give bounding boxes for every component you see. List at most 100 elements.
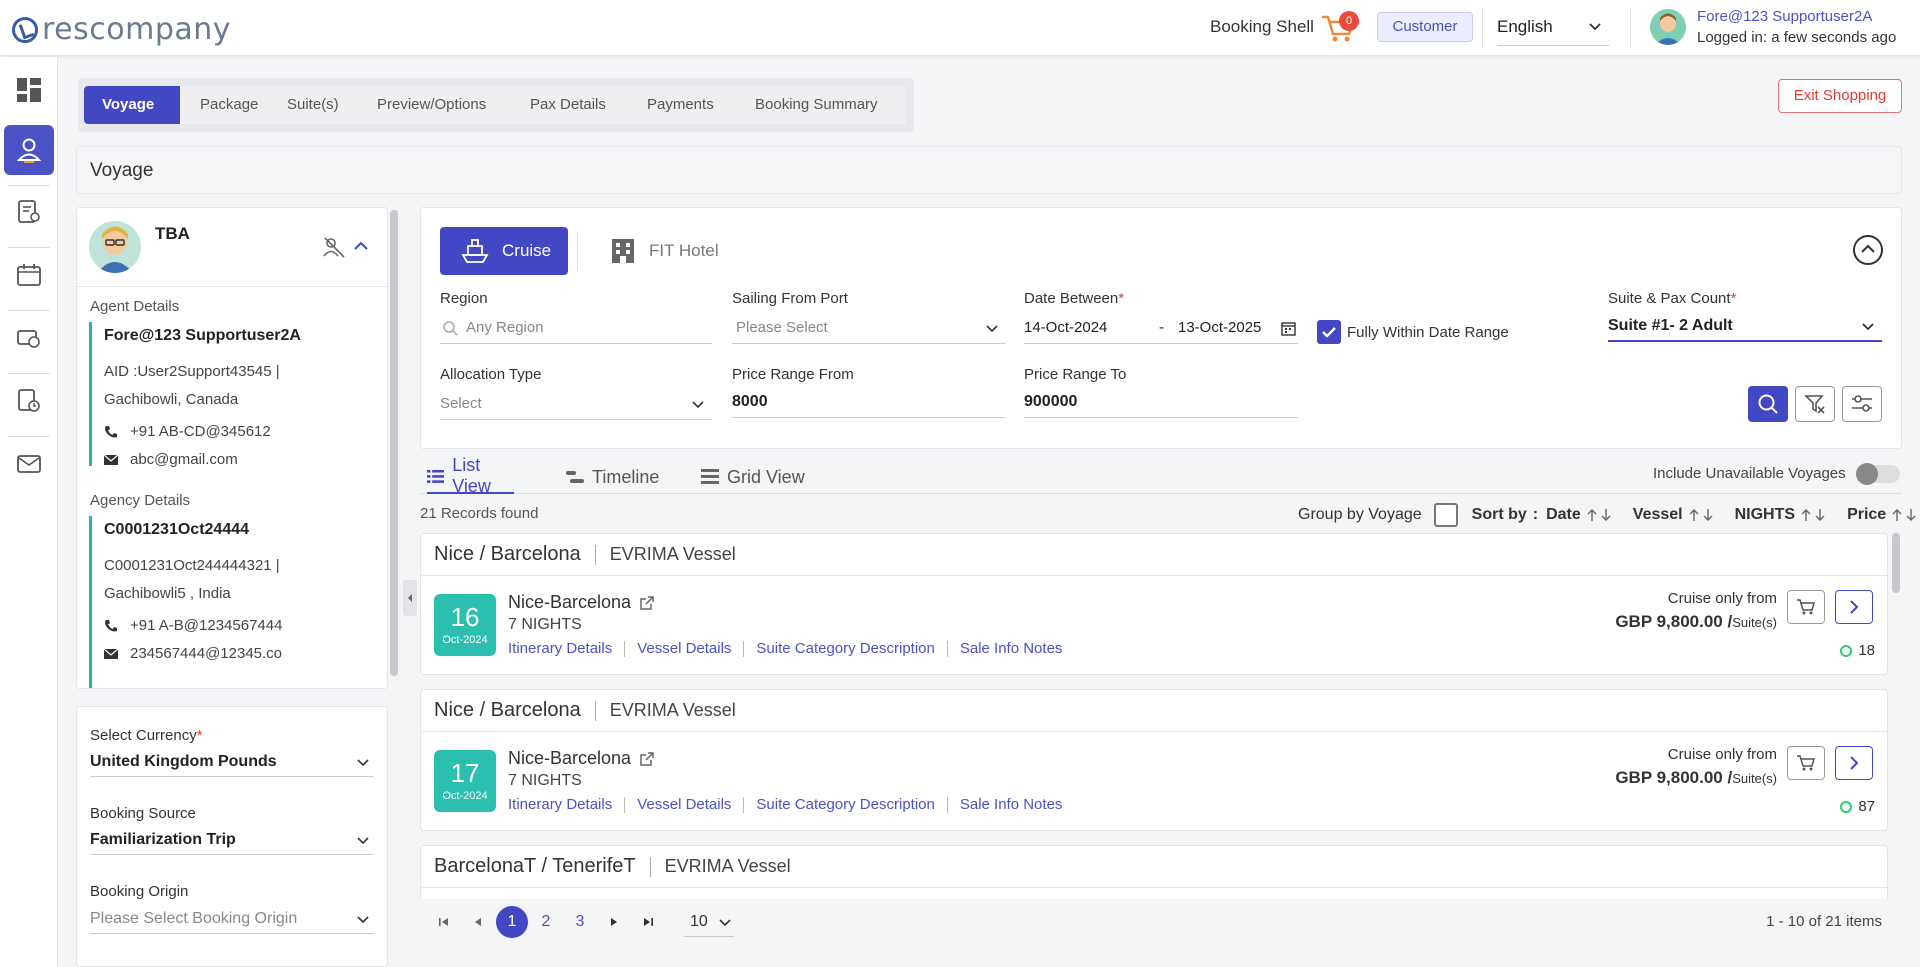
left-panel-scrollbar[interactable] xyxy=(390,210,398,676)
price-from-label: Cruise only from xyxy=(1667,746,1777,763)
logo-text: rescompany xyxy=(42,12,232,47)
date-range-input[interactable]: 14-Oct-2024 - 13-Oct-2025 xyxy=(1024,314,1298,344)
include-unavailable-toggle[interactable] xyxy=(1856,463,1900,485)
sale-info-link[interactable]: Sale Info Notes xyxy=(960,640,1063,657)
phone-icon xyxy=(105,426,117,438)
itinerary-details-link[interactable]: Itinerary Details xyxy=(508,640,612,657)
sort-arrows-icon[interactable] xyxy=(1587,508,1613,522)
agency-phone-row: +91 A-B@1234567444 xyxy=(104,612,282,640)
user-avatar[interactable] xyxy=(1650,9,1686,45)
collapse-left-panel-handle[interactable] xyxy=(403,580,417,616)
voyage-title-text[interactable]: Nice-Barcelona xyxy=(508,592,631,613)
group-by-checkbox[interactable] xyxy=(1433,503,1458,527)
sailing-port-select[interactable]: Please Select xyxy=(732,314,1006,344)
reservations-nav[interactable] xyxy=(4,187,54,237)
clock-document-icon xyxy=(18,389,40,412)
view-voyage-button[interactable] xyxy=(1835,590,1873,624)
step-suites[interactable]: Suite(s) xyxy=(267,86,357,124)
allocation-type-select[interactable]: Select xyxy=(440,390,712,420)
fully-within-checkbox[interactable] xyxy=(1317,320,1341,344)
date-to[interactable]: 13-Oct-2025 xyxy=(1178,314,1261,342)
external-link-icon[interactable] xyxy=(639,751,655,767)
advanced-filter-button[interactable] xyxy=(1842,386,1882,422)
voyage-title-text[interactable]: Nice-Barcelona xyxy=(508,748,631,769)
language-select[interactable]: English xyxy=(1497,12,1609,46)
voyage-card-header: Nice / Barcelona EVRIMA Vessel xyxy=(421,690,1887,732)
rail-divider xyxy=(8,247,50,248)
messages-nav[interactable] xyxy=(4,439,54,489)
check-icon xyxy=(1322,327,1336,338)
vessel-details-link[interactable]: Vessel Details xyxy=(637,796,731,813)
clear-filter-button[interactable] xyxy=(1795,386,1835,422)
rescompany-logo[interactable]: rescompany xyxy=(12,12,231,47)
history-nav[interactable] xyxy=(4,376,54,426)
user-name[interactable]: Fore@123 Supportuser2A xyxy=(1697,8,1872,25)
sort-date[interactable]: Date xyxy=(1546,506,1581,524)
booking-source-select[interactable]: Familiarization Trip xyxy=(90,827,374,855)
booking-nav[interactable] xyxy=(4,125,54,175)
voyage-list-scrollbar[interactable] xyxy=(1892,533,1900,593)
cruise-toggle-button[interactable]: Cruise xyxy=(440,227,568,275)
sort-arrows-icon[interactable] xyxy=(1801,508,1827,522)
search-button[interactable] xyxy=(1748,386,1788,422)
last-page-icon xyxy=(644,918,653,926)
collapse-filters-button[interactable] xyxy=(1853,235,1883,265)
booking-origin-select[interactable]: Please Select Booking Origin xyxy=(90,906,374,934)
tab-grid-view[interactable]: Grid View xyxy=(701,460,805,494)
sort-nights[interactable]: NIGHTS xyxy=(1735,506,1795,524)
calendar-icon[interactable] xyxy=(1281,321,1296,336)
vessel-details-link[interactable]: Vessel Details xyxy=(637,640,731,657)
role-badge[interactable]: Customer xyxy=(1377,12,1473,42)
suite-category-link[interactable]: Suite Category Description xyxy=(756,640,934,657)
agent-edit-icon[interactable] xyxy=(323,236,345,258)
sale-info-link[interactable]: Sale Info Notes xyxy=(960,796,1063,813)
sort-arrows-icon[interactable] xyxy=(1892,508,1918,522)
page-2[interactable]: 2 xyxy=(530,906,562,938)
exit-shopping-button[interactable]: Exit Shopping xyxy=(1778,79,1902,113)
voyage-title[interactable]: Nice-Barcelona xyxy=(508,748,655,769)
page-3[interactable]: 3 xyxy=(564,906,596,938)
document-search-icon xyxy=(18,200,40,223)
suite-pax-select[interactable]: Suite #1- 2 Adult xyxy=(1608,312,1882,342)
view-voyage-button[interactable] xyxy=(1835,746,1873,780)
suite-category-link[interactable]: Suite Category Description xyxy=(756,796,934,813)
dashboard-nav[interactable] xyxy=(4,65,54,115)
prev-page-button[interactable] xyxy=(462,906,494,938)
step-preview-options[interactable]: Preview/Options xyxy=(357,86,510,124)
voyage-date-badge: 17 Oct-2024 xyxy=(434,750,496,812)
chevron-up-icon[interactable] xyxy=(353,238,369,254)
step-payments[interactable]: Payments xyxy=(627,86,735,124)
tab-timeline[interactable]: Timeline xyxy=(566,460,659,494)
sort-arrows-icon[interactable] xyxy=(1689,508,1715,522)
last-page-button[interactable] xyxy=(632,906,664,938)
page-1[interactable]: 1 xyxy=(496,906,528,938)
agency-code: C0001231Oct24444 xyxy=(104,521,250,538)
step-package[interactable]: Package xyxy=(180,86,267,124)
calendar-nav[interactable] xyxy=(4,250,54,300)
tab-list-view[interactable]: List View xyxy=(427,455,514,496)
step-booking-summary[interactable]: Booking Summary xyxy=(735,86,906,124)
add-to-cart-button[interactable] xyxy=(1787,746,1825,780)
price-to-input[interactable]: 900000 xyxy=(1024,388,1298,418)
voyage-title[interactable]: Nice-Barcelona xyxy=(508,592,655,613)
itinerary-details-link[interactable]: Itinerary Details xyxy=(508,796,612,813)
payments-nav[interactable] xyxy=(4,313,54,363)
page-size-select[interactable]: 10 xyxy=(684,907,734,937)
region-input[interactable]: Any Region xyxy=(440,314,712,344)
date-from[interactable]: 14-Oct-2024 xyxy=(1024,319,1107,336)
external-link-icon[interactable] xyxy=(639,595,655,611)
step-voyage[interactable]: Voyage xyxy=(84,86,180,124)
sort-vessel[interactable]: Vessel xyxy=(1633,506,1683,524)
first-page-button[interactable] xyxy=(428,906,460,938)
fit-hotel-toggle-button[interactable]: FIT Hotel xyxy=(609,237,719,265)
agency-email: 234567444@12345.co xyxy=(130,645,283,662)
price-from-input[interactable]: 8000 xyxy=(732,388,1006,418)
add-to-cart-button[interactable] xyxy=(1787,590,1825,624)
agency-email-row: 234567444@12345.co xyxy=(104,640,282,668)
currency-select[interactable]: United Kingdom Pounds xyxy=(90,749,374,777)
sort-price[interactable]: Price xyxy=(1847,506,1886,524)
price-to-label: Price Range To xyxy=(1024,366,1127,383)
next-page-button[interactable] xyxy=(598,906,630,938)
step-pax-details[interactable]: Pax Details xyxy=(510,86,627,124)
chevron-down-icon xyxy=(1862,323,1874,331)
